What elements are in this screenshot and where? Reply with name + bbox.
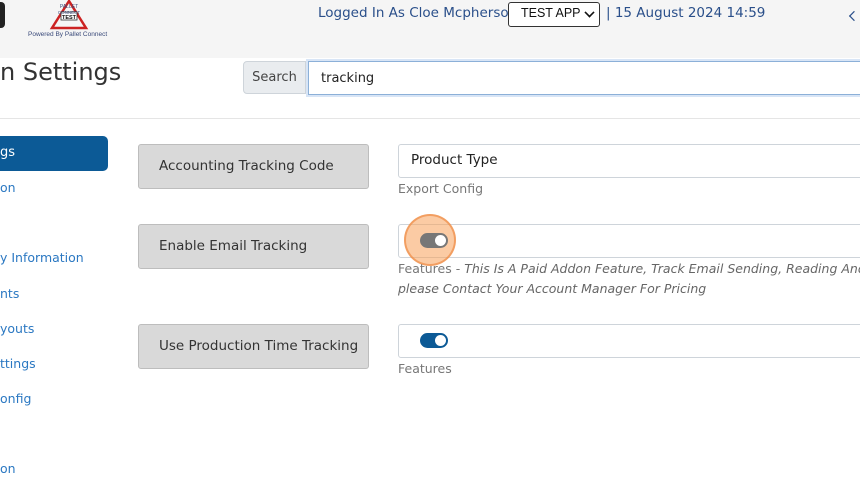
sidebar-item[interactable]: onfig [0,391,31,406]
top-bar: PALLET CONNECT TEST Powered By Pallet Co… [0,0,860,58]
help-category: Features - [398,261,461,276]
sidebar-item[interactable]: youts [0,321,34,336]
search-button[interactable]: Search [243,61,306,94]
toggle-knob [435,235,446,246]
divider [0,118,860,119]
use-production-time-tracking-toggle[interactable] [420,333,448,348]
sidebar-item[interactable]: nts [0,286,19,301]
enable-email-tracking-field [398,224,860,258]
chevron-left-icon[interactable] [848,10,860,22]
setting-help-export-config: Export Config [398,181,483,196]
chevron-down-icon [584,7,595,18]
search-input[interactable]: tracking [308,61,860,95]
app-select-value: TEST APP [521,6,581,20]
setting-help-features: Features [398,361,452,376]
powered-by-text: Powered By Pallet Connect [28,31,108,38]
svg-text:TEST: TEST [62,15,77,21]
enable-email-tracking-toggle[interactable] [420,233,448,248]
setting-label-accounting-tracking-code: Accounting Tracking Code [138,144,369,189]
setting-label-use-production-time-tracking: Use Production Time Tracking [138,324,369,369]
toggle-knob [435,335,446,346]
accounting-tracking-code-select[interactable]: Product Type [398,144,860,178]
sidebar-item[interactable]: ttings [0,356,36,371]
help-text-line-2: please Contact Your Account Manager For … [398,281,707,296]
logged-in-user: Logged In As Cloe Mcpherson | [318,5,527,21]
sidebar-item[interactable]: y Information [0,250,84,265]
current-datetime: | 15 August 2024 14:59 [606,5,766,21]
page-title: n Settings [0,58,122,86]
sidebar-item[interactable]: on [0,461,16,476]
use-production-time-tracking-field [398,324,860,358]
sidebar-item-settings-active[interactable]: gs [0,136,108,171]
sidebar-item[interactable]: on [0,180,16,195]
setting-help-email-tracking: Features - This Is A Paid Addon Feature,… [398,259,860,299]
app-select[interactable]: TEST APP [508,2,600,27]
setting-label-enable-email-tracking: Enable Email Tracking [138,224,369,269]
help-text: This Is A Paid Addon Feature, Track Emai… [464,261,860,276]
menu-toggle-button[interactable] [0,2,5,28]
